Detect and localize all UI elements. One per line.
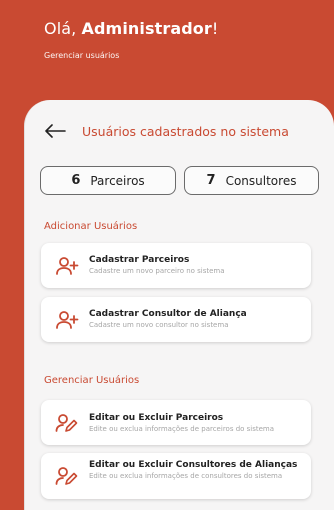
greeting: Olá, Administrador! (44, 19, 218, 38)
add-user-icon (56, 257, 79, 275)
page-title: Usuários cadastrados no sistema (82, 123, 289, 139)
edit-parceiros-title: Editar ou Excluir Parceiros (89, 413, 224, 423)
add-consultor-description: Cadastre um novo consultor no sistema (89, 321, 229, 329)
greeting-name: Administrador (81, 19, 212, 38)
edit-parceiros-card[interactable]: Editar ou Excluir Parceiros Edite ou exc… (41, 400, 311, 445)
header-subtitle: Gerenciar usuários (44, 51, 120, 60)
edit-consultores-card[interactable]: Editar ou Excluir Consultores de Aliança… (41, 453, 311, 499)
manage-section-title: Gerenciar Usuários (44, 375, 140, 386)
back-arrow-icon[interactable] (44, 124, 66, 138)
edit-parceiros-description: Edite ou exclua informações de parceiros… (89, 425, 275, 433)
greeting-suffix: ! (211, 19, 219, 38)
add-section-title: Adicionar Usuários (44, 221, 138, 232)
add-consultor-title: Cadastrar Consultor de Aliança (89, 309, 247, 319)
edit-user-icon (55, 414, 78, 432)
add-parceiro-title: Cadastrar Parceiros (89, 255, 190, 265)
edit-consultores-description: Edite ou exclua informações de consultor… (89, 472, 283, 480)
edit-consultores-title: Editar ou Excluir Consultores de Aliança… (89, 460, 298, 470)
consultores-counter-button[interactable]: 7 Consultores (184, 166, 319, 195)
consultores-count: 7 (206, 173, 216, 188)
add-parceiro-description: Cadastre um novo parceiro no sistema (89, 267, 225, 275)
parceiros-count: 6 (71, 173, 81, 188)
parceiros-counter-button[interactable]: 6 Parceiros (40, 166, 176, 195)
edit-user-icon (55, 467, 78, 485)
parceiros-label: Parceiros (90, 173, 145, 188)
add-consultor-card[interactable]: Cadastrar Consultor de Aliança Cadastre … (41, 297, 311, 342)
consultores-label: Consultores (225, 173, 297, 188)
add-parceiro-card[interactable]: Cadastrar Parceiros Cadastre um novo par… (41, 243, 311, 288)
greeting-prefix: Olá, (44, 19, 82, 38)
add-user-icon (56, 311, 79, 329)
page-header: Usuários cadastrados no sistema (44, 120, 289, 142)
